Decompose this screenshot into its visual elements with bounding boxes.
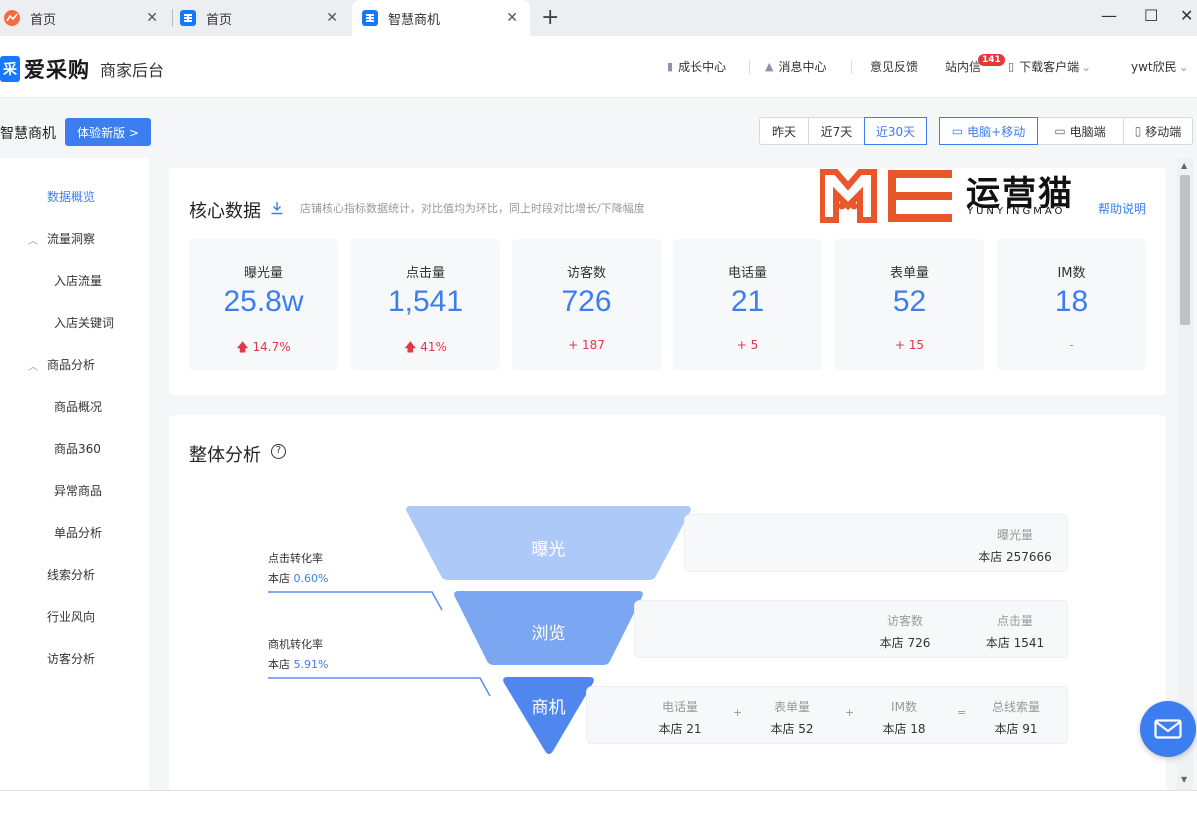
funnel-label-browse: 浏览 [531,624,566,644]
scroll-down-icon[interactable]: ▼ [1181,775,1187,784]
detail-label: IM数 [891,700,917,714]
plus-operator: + [733,706,743,719]
conversion-prefix: 本店 [268,572,290,585]
detail-value: 本店 52 [770,722,814,736]
detail-value: 本店 257666 [978,550,1052,564]
conversion-label: 点击转化率 [268,552,323,565]
detail-label: 曝光量 [996,528,1033,542]
conversion-prefix: 本店 [268,658,290,671]
browse-detail-box: 访客数 本店 726 点击量 本店 1541 [634,600,1068,658]
exposure-detail-box: 曝光量 本店 257666 [684,514,1068,572]
conversion-value: 0.60% [293,572,329,585]
detail-label: 表单量 [773,700,810,714]
conversion-label: 商机转化率 [268,638,323,651]
bottom-bar [0,790,1197,813]
detail-value: 本店 1541 [985,636,1045,650]
opportunity-conversion-rate: 商机转化率 本店 5.91% [268,635,328,675]
click-conversion-rate: 点击转化率 本店 0.60% [268,549,328,589]
detail-visitors: 访客数 本店 726 [865,612,945,651]
scroll-up-icon[interactable]: ▲ [1181,161,1187,170]
scrollbar-thumb[interactable] [1180,175,1190,325]
detail-label: 访客数 [886,614,923,628]
detail-calls: 电话量 本店 21 [640,698,720,737]
detail-label: 电话量 [661,700,698,714]
detail-total-leads: 总线索量 本店 91 [976,698,1056,737]
detail-label: 点击量 [996,614,1033,628]
detail-forms: 表单量 本店 52 [752,698,832,737]
message-float-button[interactable] [1140,701,1196,757]
conversion-line-opportunity [268,677,491,697]
detail-exposure: 曝光量 本店 257666 [975,526,1055,565]
detail-clicks: 点击量 本店 1541 [975,612,1055,651]
detail-value: 本店 91 [994,722,1038,736]
detail-value: 本店 18 [882,722,926,736]
mail-icon [1154,719,1182,739]
funnel-label-opportunity: 商机 [531,698,566,718]
detail-value: 本店 21 [658,722,702,736]
detail-value: 本店 726 [879,636,931,650]
detail-label: 总线索量 [991,700,1040,714]
detail-im: IM数 本店 18 [864,698,944,737]
equals-operator: = [957,706,967,719]
conversion-line-click [268,591,443,611]
plus-operator: + [845,706,855,719]
opportunity-detail-box: 电话量 本店 21 + 表单量 本店 52 + IM数 本店 18 = 总线索量… [586,686,1068,744]
page-scrollbar[interactable]: ▲ ▼ [1177,158,1193,790]
funnel-label-exposure: 曝光 [531,540,566,560]
conversion-value: 5.91% [293,658,329,671]
